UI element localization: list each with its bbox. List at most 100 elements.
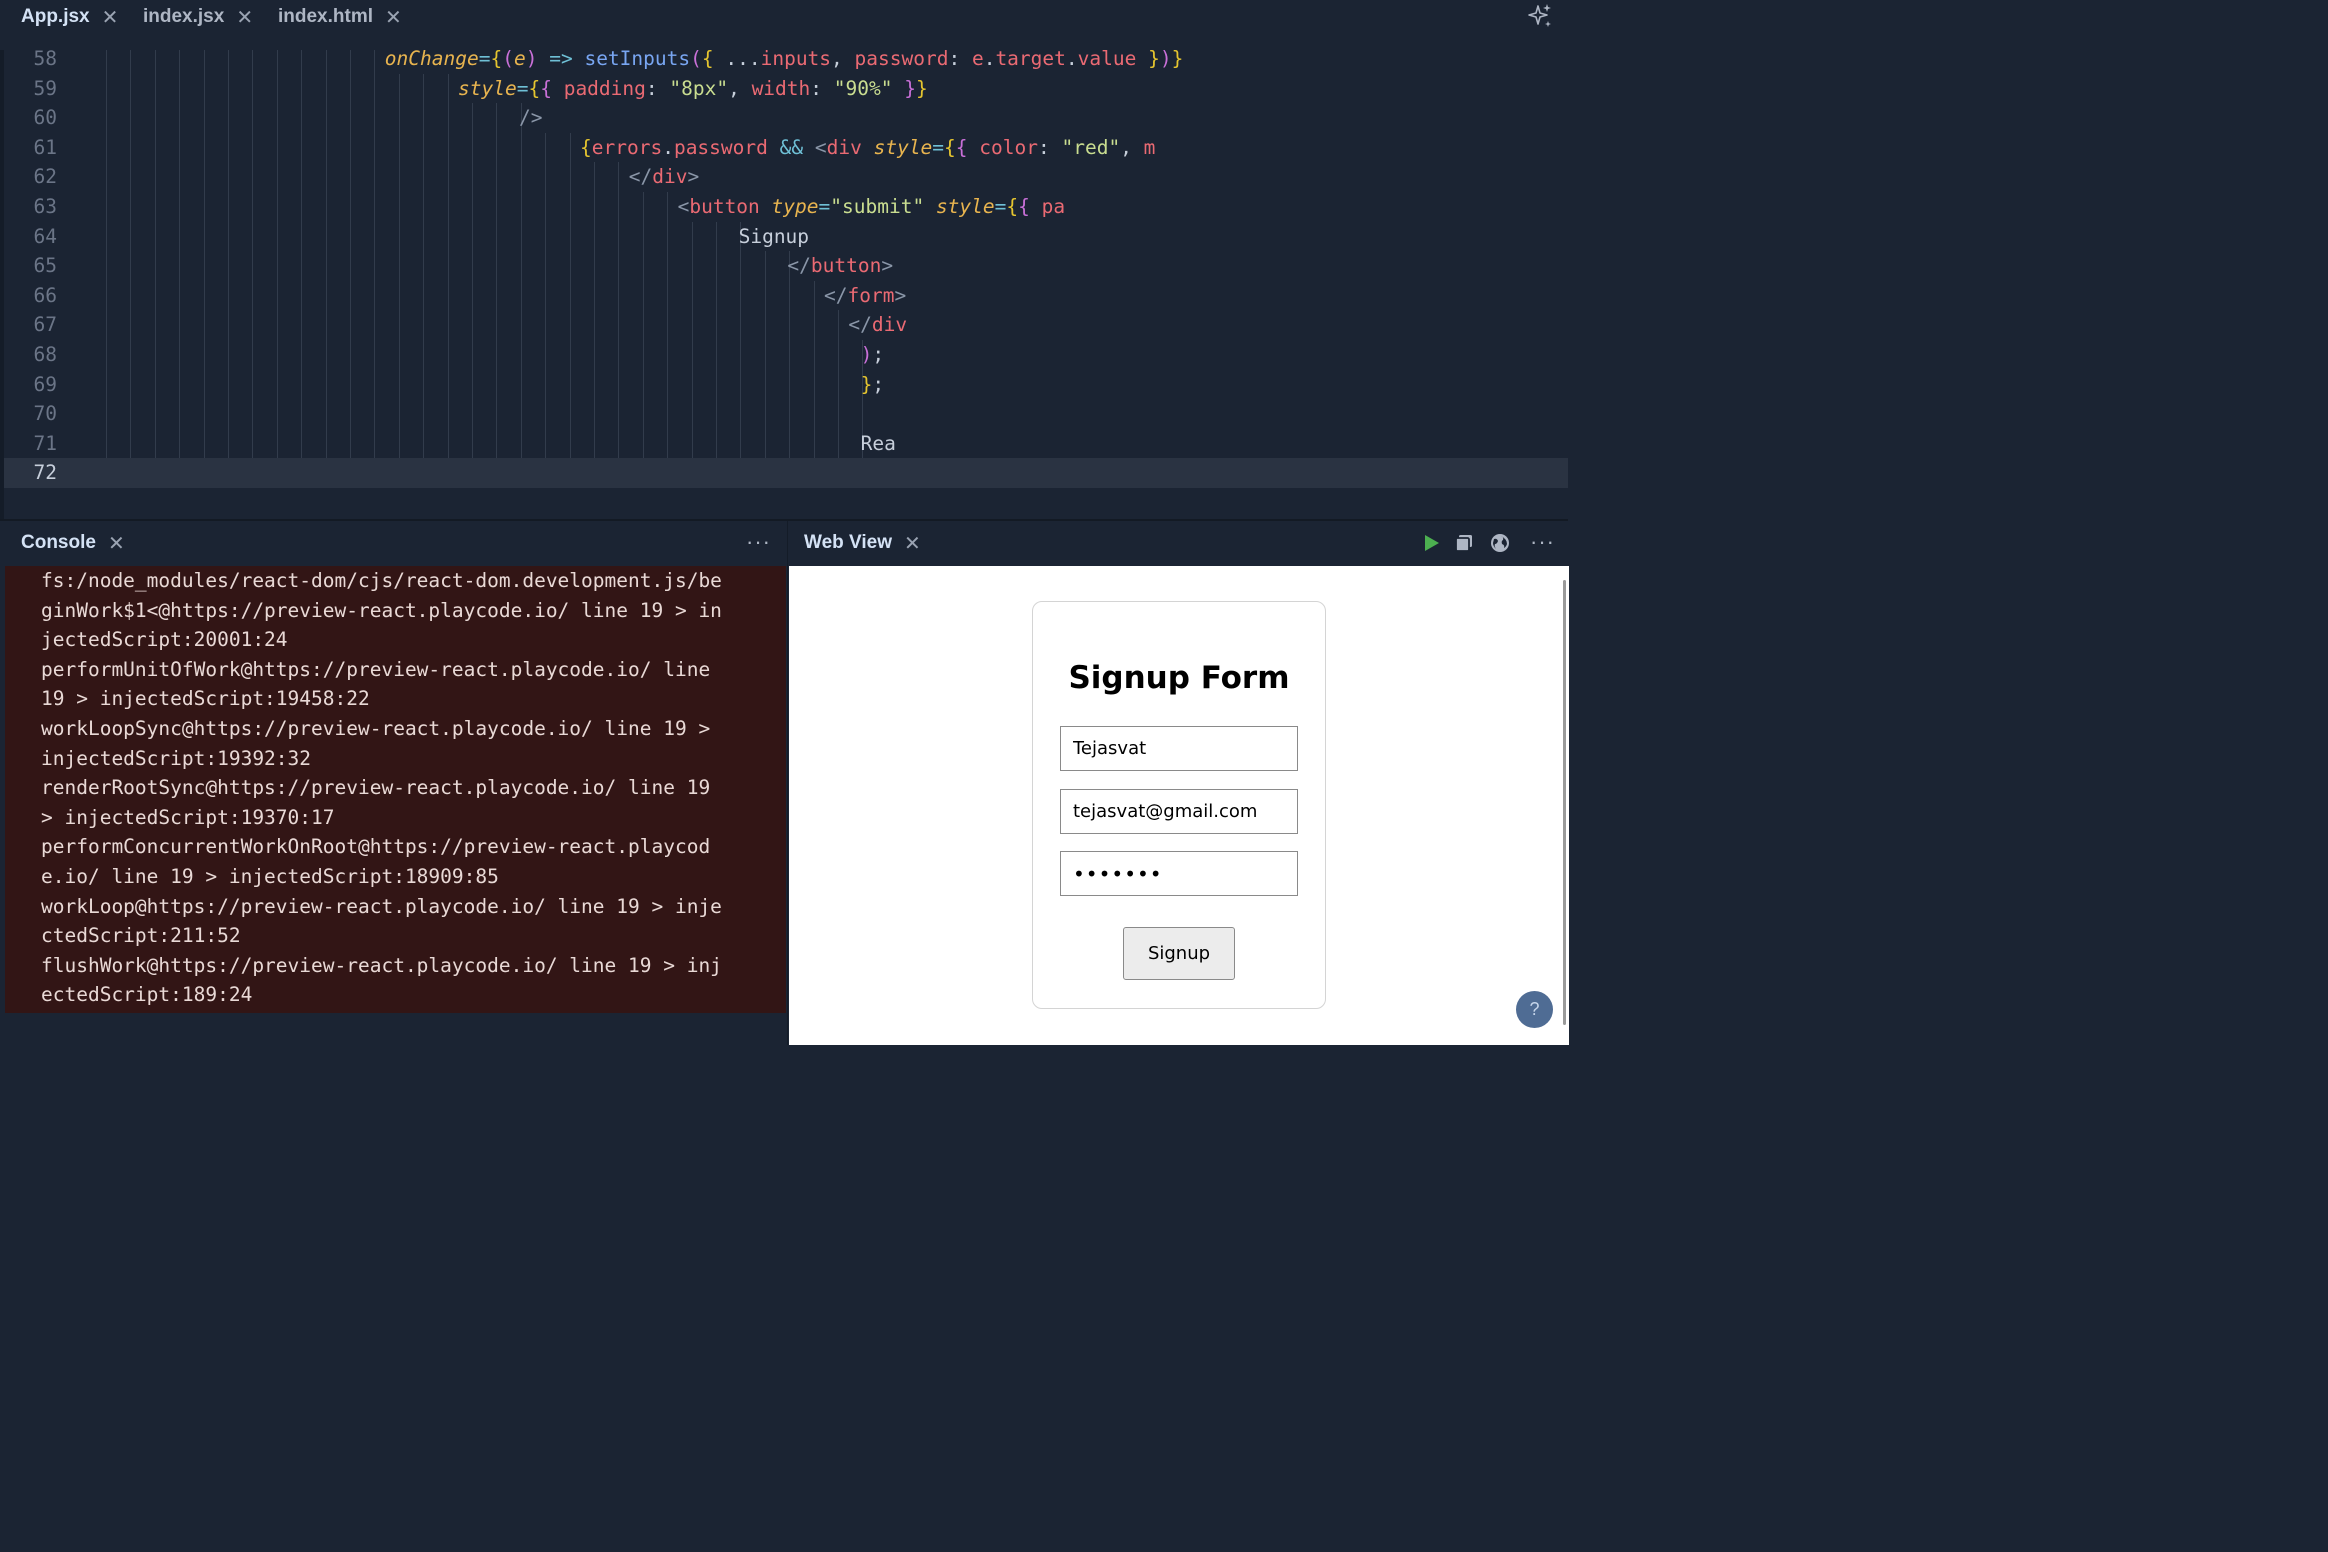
line-number: 70 bbox=[33, 402, 57, 426]
tab-index-html[interactable]: index.html ✕ bbox=[278, 5, 402, 29]
indent-guide bbox=[130, 340, 132, 370]
indent-guide bbox=[179, 50, 181, 74]
web-view-tab[interactable]: Web View ✕ bbox=[804, 521, 921, 565]
indent-guide bbox=[496, 132, 498, 163]
code-line[interactable]: 72 bbox=[4, 458, 1568, 488]
indent-guide bbox=[203, 340, 205, 370]
indent-guide bbox=[740, 369, 742, 400]
indent-guide bbox=[667, 221, 669, 252]
indent-guide bbox=[618, 399, 620, 429]
code-line[interactable]: 61 {errors.password && <div style={{ colo… bbox=[4, 132, 1568, 163]
indent-guide bbox=[642, 399, 644, 429]
indent-guide bbox=[520, 340, 522, 370]
sparkle-icon[interactable] bbox=[1526, 2, 1554, 30]
indent-guide bbox=[569, 280, 571, 311]
indent-guide bbox=[154, 73, 156, 104]
indent-guide bbox=[691, 369, 693, 400]
more-icon[interactable]: ··· bbox=[1530, 529, 1555, 555]
code-line[interactable]: 62 </div> bbox=[4, 162, 1568, 192]
indent-guide bbox=[203, 73, 205, 104]
indent-guide bbox=[228, 132, 229, 163]
indent-guide bbox=[496, 340, 498, 370]
console-tab[interactable]: Console ✕ bbox=[21, 521, 125, 565]
help-button[interactable]: ? bbox=[1516, 991, 1553, 1028]
indent-guide bbox=[154, 162, 156, 192]
indent-guide bbox=[350, 310, 351, 340]
indent-guide bbox=[545, 192, 547, 222]
indent-guide bbox=[301, 50, 303, 74]
window-icon[interactable] bbox=[1453, 532, 1475, 554]
close-icon[interactable]: ✕ bbox=[102, 5, 119, 30]
code-line[interactable]: 64 Signup bbox=[4, 221, 1568, 252]
password-field[interactable] bbox=[1060, 851, 1298, 896]
code-line[interactable]: 65 </button> bbox=[4, 251, 1568, 281]
indent-guide bbox=[618, 162, 620, 192]
indent-guide bbox=[130, 221, 132, 252]
code-editor[interactable]: 58 onChange={(e) => setInputs({ ...inputs… bbox=[0, 50, 1572, 519]
email-field[interactable] bbox=[1060, 789, 1298, 834]
indent-guide bbox=[472, 162, 473, 192]
code-line[interactable]: 70 bbox=[4, 399, 1568, 429]
close-icon[interactable]: ✕ bbox=[108, 531, 125, 556]
indent-guide bbox=[350, 251, 351, 281]
code-line[interactable]: 67 </div bbox=[4, 310, 1568, 340]
code-line[interactable]: 60 /> bbox=[4, 103, 1568, 133]
indent-guide bbox=[374, 428, 376, 459]
indent-guide bbox=[350, 221, 351, 252]
indent-guide bbox=[398, 221, 400, 252]
indent-guide bbox=[472, 192, 473, 222]
indent-guide bbox=[618, 251, 620, 281]
tab-index-jsx[interactable]: index.jsx ✕ bbox=[143, 5, 253, 29]
indent-guide bbox=[350, 340, 351, 370]
indent-guide bbox=[374, 192, 376, 222]
indent-guide bbox=[447, 369, 449, 400]
code-line[interactable]: 58 onChange={(e) => setInputs({ ...inputs… bbox=[4, 50, 1568, 74]
play-icon[interactable] bbox=[1420, 532, 1442, 554]
indent-guide bbox=[374, 280, 376, 311]
tab-app-jsx[interactable]: App.jsx ✕ bbox=[21, 5, 118, 29]
indent-guide bbox=[350, 132, 351, 163]
indent-guide bbox=[276, 251, 278, 281]
code-line[interactable]: 68); bbox=[4, 340, 1568, 370]
code-line[interactable]: 69}; bbox=[4, 369, 1568, 400]
scrollbar[interactable] bbox=[1563, 580, 1566, 1025]
indent-guide bbox=[179, 280, 181, 311]
code-line[interactable]: 63 <button type="submit" style={{ pa bbox=[4, 192, 1568, 222]
console-output[interactable]: fs:/node_modules/react-dom/cjs/react-dom… bbox=[5, 566, 786, 1013]
indent-guide bbox=[325, 428, 327, 459]
indent-guide bbox=[228, 221, 229, 252]
indent-guide bbox=[350, 280, 351, 311]
indent-guide bbox=[618, 340, 620, 370]
code-line[interactable]: 59 style={{ padding: "8px", width: "90%" … bbox=[4, 73, 1568, 104]
close-icon[interactable]: ✕ bbox=[904, 531, 921, 556]
indent-guide bbox=[106, 428, 107, 459]
indent-guide bbox=[276, 428, 278, 459]
indent-guide bbox=[716, 399, 717, 429]
indent-guide bbox=[130, 399, 132, 429]
code-text: style={{ padding: "8px", width: "90%" }} bbox=[458, 76, 928, 100]
indent-guide bbox=[228, 280, 229, 311]
indent-guide bbox=[203, 369, 205, 400]
indent-guide bbox=[398, 399, 400, 429]
line-number: 66 bbox=[33, 283, 57, 307]
indent-guide bbox=[764, 369, 766, 400]
indent-guide bbox=[545, 132, 547, 163]
code-text: /> bbox=[519, 106, 543, 130]
indent-guide bbox=[398, 251, 400, 281]
code-text: Rea bbox=[860, 431, 896, 455]
code-text: </form> bbox=[824, 283, 907, 307]
code-line[interactable]: 71 Rea bbox=[4, 428, 1568, 459]
globe-icon[interactable] bbox=[1489, 532, 1511, 554]
indent-guide bbox=[350, 162, 351, 192]
indent-guide bbox=[716, 340, 717, 370]
signup-button[interactable]: Signup bbox=[1123, 927, 1235, 980]
name-field[interactable] bbox=[1060, 726, 1298, 771]
indent-guide bbox=[472, 103, 473, 133]
more-icon[interactable]: ··· bbox=[746, 529, 771, 555]
indent-guide bbox=[228, 399, 229, 429]
close-icon[interactable]: ✕ bbox=[236, 5, 253, 30]
indent-guide bbox=[569, 221, 571, 252]
indent-guide bbox=[179, 162, 181, 192]
close-icon[interactable]: ✕ bbox=[385, 5, 402, 30]
code-line[interactable]: 66 </form> bbox=[4, 280, 1568, 311]
